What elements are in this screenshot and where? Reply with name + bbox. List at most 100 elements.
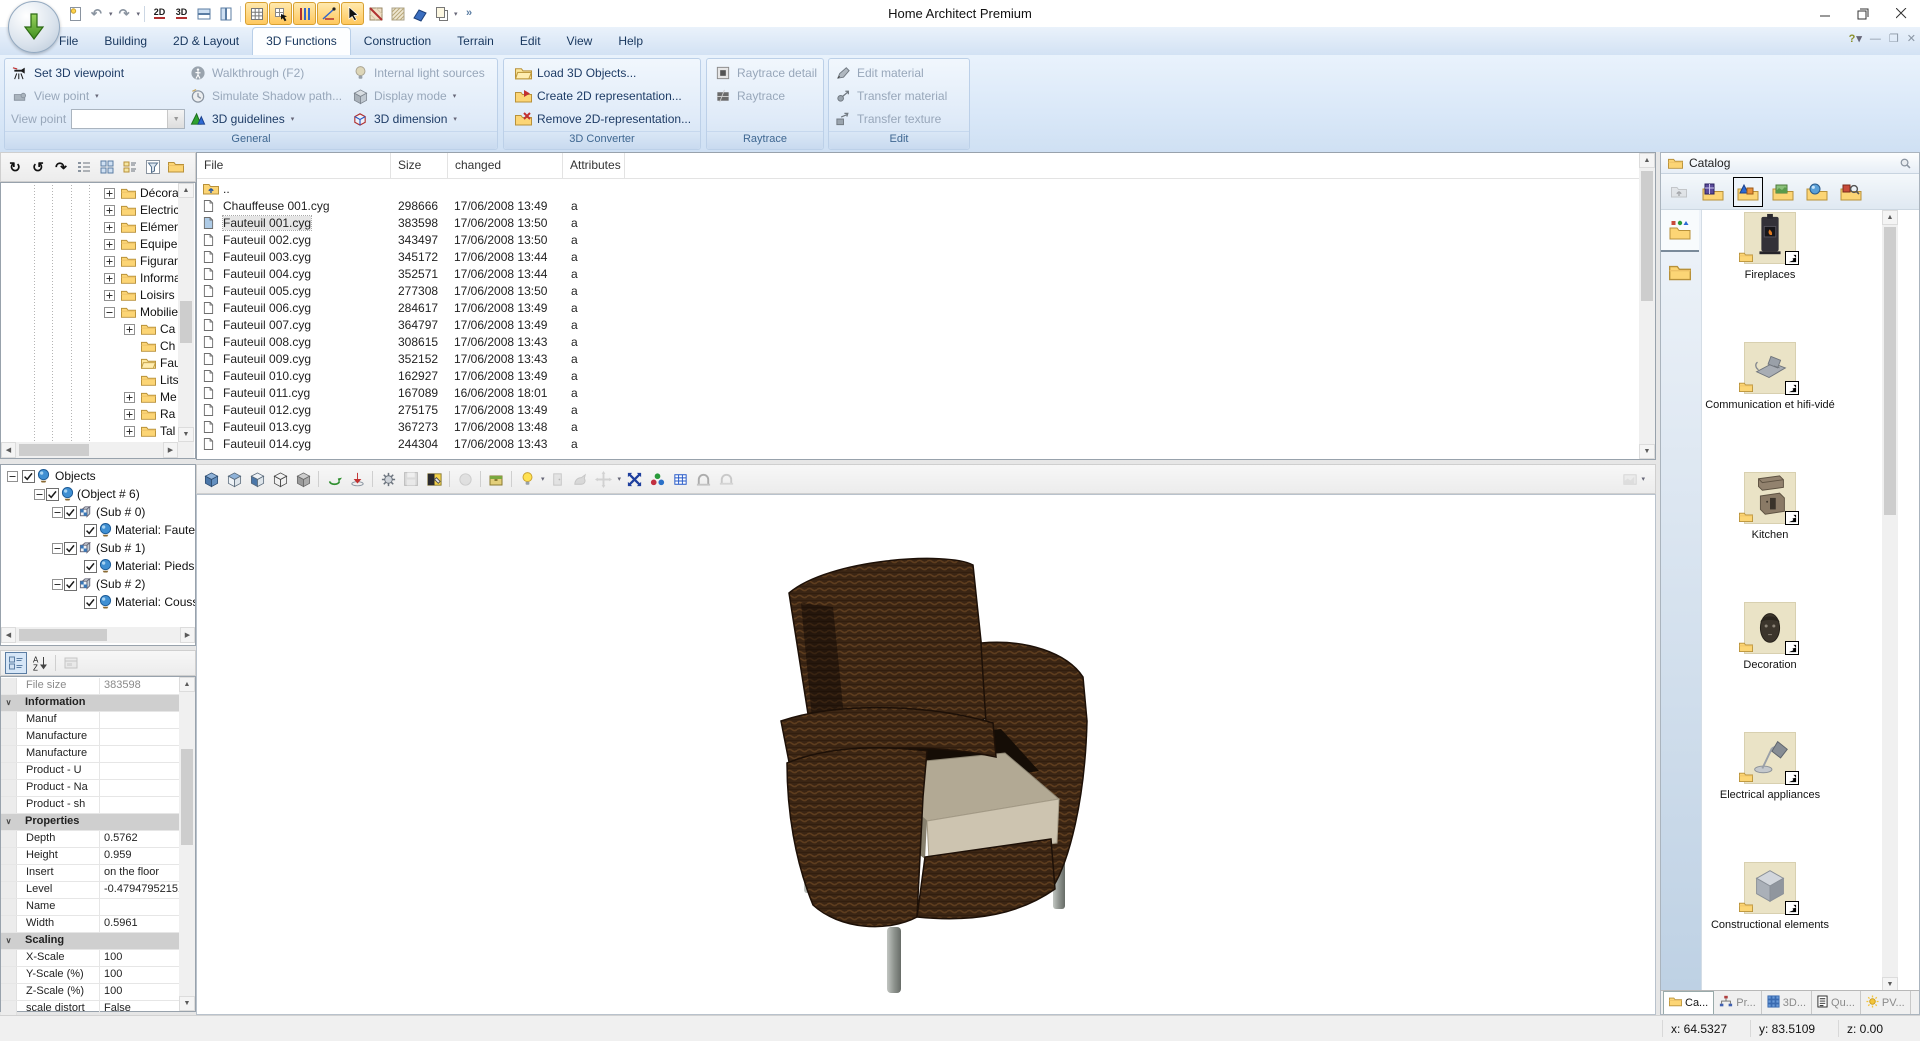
property-value[interactable]: 100 bbox=[100, 950, 179, 966]
property-category-properties[interactable]: ∨Properties bbox=[1, 814, 179, 831]
catalog-materials-icon[interactable] bbox=[1803, 178, 1831, 206]
ribbon-group-label[interactable]: Edit bbox=[829, 131, 969, 149]
property-row-y-scale-[interactable]: Y-Scale (%)100 bbox=[1, 967, 179, 984]
property-row-manuf[interactable]: Manuf bbox=[1, 712, 179, 729]
property-category-scaling[interactable]: ∨Scaling bbox=[1, 933, 179, 950]
kitchen-thumbnail[interactable] bbox=[1744, 472, 1796, 524]
objects-tree-item[interactable]: Material: Coussi bbox=[1, 594, 195, 611]
property-row-manufacture[interactable]: Manufacture bbox=[1, 746, 179, 763]
objects-tree-item[interactable]: Objects bbox=[1, 468, 195, 485]
scroll-right-icon[interactable]: ▶ bbox=[180, 627, 195, 643]
filter-icon[interactable] bbox=[143, 157, 163, 177]
display-wireframe-icon[interactable] bbox=[270, 469, 290, 489]
mask-thumbnail[interactable] bbox=[1744, 602, 1796, 654]
objects-tree-item[interactable]: (Sub # 1) bbox=[1, 540, 195, 557]
expand-icon[interactable] bbox=[104, 188, 115, 202]
tree-item-lits[interactable]: Lits bbox=[1, 372, 178, 389]
mdi-close-icon[interactable]: ✕ bbox=[1907, 32, 1916, 45]
expand-icon[interactable] bbox=[124, 392, 135, 406]
ribbon-group-label[interactable]: 3D Converter bbox=[504, 131, 700, 149]
file-row-fauteuil-003-cyg[interactable]: Fauteuil 003.cyg34517217/06/2008 13:44a bbox=[197, 249, 1637, 266]
property-value[interactable]: 100 bbox=[100, 984, 179, 1000]
expand-icon[interactable] bbox=[104, 290, 115, 304]
property-value[interactable]: 0.5961 bbox=[100, 916, 179, 932]
expand-icon[interactable] bbox=[104, 256, 115, 270]
snap-lines-icon[interactable] bbox=[293, 2, 316, 25]
tree-item-tal[interactable]: Tal bbox=[1, 423, 178, 440]
scroll-right-icon[interactable]: ▶ bbox=[163, 442, 178, 458]
display-solid-icon[interactable] bbox=[201, 469, 221, 489]
checkbox-checked-icon[interactable] bbox=[46, 488, 59, 504]
catalog-item-mask[interactable]: Decoration bbox=[1705, 602, 1835, 671]
categorized-view-icon[interactable] bbox=[5, 652, 27, 674]
scroll-down-icon[interactable]: ▼ bbox=[178, 427, 194, 442]
light-dropdown-icon[interactable]: ▾ bbox=[541, 475, 545, 483]
property-row-product-u[interactable]: Product - U bbox=[1, 763, 179, 780]
expand-icon[interactable] bbox=[104, 222, 115, 236]
property-row-manufacture[interactable]: Manufacture bbox=[1, 729, 179, 746]
file-row-fauteuil-010-cyg[interactable]: Fauteuil 010.cyg16292717/06/2008 13:49a bbox=[197, 368, 1637, 385]
collapse-icon[interactable] bbox=[7, 471, 18, 485]
3d-dimension-button[interactable]: 3D dimension▾ bbox=[351, 109, 457, 129]
scrollbar-thumb[interactable] bbox=[181, 749, 193, 845]
scroll-down-icon[interactable]: ▼ bbox=[1639, 444, 1655, 459]
property-row-product-na[interactable]: Product - Na bbox=[1, 780, 179, 797]
objects-tree-item[interactable]: (Object # 6) bbox=[1, 486, 195, 503]
tree-item-equipe[interactable]: Equipe bbox=[1, 236, 178, 253]
property-row-product-sh[interactable]: Product - sh bbox=[1, 797, 179, 814]
expand-icon[interactable] bbox=[104, 205, 115, 219]
chevron-down-icon[interactable]: ∨ bbox=[1, 933, 16, 949]
checkbox-checked-icon[interactable] bbox=[84, 524, 97, 540]
property-category-information[interactable]: ∨Information bbox=[1, 695, 179, 712]
display-top-icon[interactable] bbox=[224, 469, 244, 489]
rotate-cw-icon[interactable]: ↷ bbox=[51, 157, 71, 177]
tree-item-ca[interactable]: Ca bbox=[1, 321, 178, 338]
texture-fill-icon[interactable] bbox=[365, 3, 386, 24]
file-row-fauteuil-009-cyg[interactable]: Fauteuil 009.cyg35215217/06/2008 13:43a bbox=[197, 351, 1637, 368]
column-header-attributes[interactable]: Attributes bbox=[563, 153, 625, 178]
column-header-file[interactable]: File bbox=[197, 153, 391, 178]
catalog-tree-vscrollbar[interactable]: ▲ ▼ bbox=[178, 183, 194, 442]
expand-icon[interactable] bbox=[124, 409, 135, 423]
expand-icon[interactable] bbox=[104, 239, 115, 253]
property-value[interactable]: on the floor bbox=[100, 865, 179, 881]
property-value[interactable] bbox=[100, 780, 179, 796]
redo-dropdown-icon[interactable]: ▾ bbox=[137, 10, 141, 18]
column-header-changed[interactable]: changed bbox=[448, 153, 563, 178]
view-2d-icon[interactable]: 2D bbox=[149, 3, 170, 24]
redo-icon[interactable]: ↷ bbox=[114, 3, 135, 24]
render-settings-icon[interactable] bbox=[378, 469, 398, 489]
copy-dropdown-icon[interactable]: ▾ bbox=[454, 10, 458, 18]
tab-help[interactable]: Help bbox=[605, 27, 656, 55]
file-row-up[interactable]: .. bbox=[197, 181, 1637, 198]
expand-icon[interactable] bbox=[124, 324, 135, 338]
new-note-icon[interactable] bbox=[64, 3, 85, 24]
file-list-vscrollbar[interactable]: ▲ ▼ bbox=[1639, 153, 1655, 459]
projection-icon[interactable] bbox=[670, 469, 690, 489]
snap-grid-icon[interactable] bbox=[245, 2, 268, 25]
catalog-item-lamp[interactable]: Electrical appliances bbox=[1705, 732, 1835, 801]
scroll-left-icon[interactable]: ◀ bbox=[1, 442, 16, 458]
checkbox-checked-icon[interactable] bbox=[84, 596, 97, 612]
chevron-down-icon[interactable]: ▾ bbox=[453, 115, 457, 123]
expand-icon[interactable] bbox=[124, 426, 135, 440]
light-icon[interactable] bbox=[517, 469, 537, 489]
properties-vscrollbar[interactable]: ▲ ▼ bbox=[179, 677, 195, 1011]
split-vertical-icon[interactable] bbox=[215, 3, 236, 24]
tree-item-mobilie[interactable]: Mobilie bbox=[1, 304, 178, 321]
property-row-file-size[interactable]: File size383598 bbox=[1, 678, 179, 695]
scrollbar-thumb[interactable] bbox=[1641, 171, 1653, 301]
view-3d-icon[interactable]: 3D bbox=[171, 3, 192, 24]
property-value[interactable] bbox=[100, 797, 179, 813]
snap-angle-icon[interactable] bbox=[317, 2, 340, 25]
tab-view[interactable]: View bbox=[554, 27, 606, 55]
tree-item-el-men[interactable]: Elémen bbox=[1, 219, 178, 236]
minimize-button[interactable] bbox=[1806, 0, 1844, 27]
tree-item-ra[interactable]: Ra bbox=[1, 406, 178, 423]
viewport-3d[interactable] bbox=[196, 494, 1656, 1015]
tab-2d-layout[interactable]: 2D & Layout bbox=[160, 27, 252, 55]
copy-icon[interactable] bbox=[431, 3, 452, 24]
viewpoint-down-icon[interactable] bbox=[347, 469, 367, 489]
catalog-tab-pv[interactable]: PV... bbox=[1861, 991, 1911, 1014]
fireplace-thumbnail[interactable] bbox=[1744, 212, 1796, 264]
